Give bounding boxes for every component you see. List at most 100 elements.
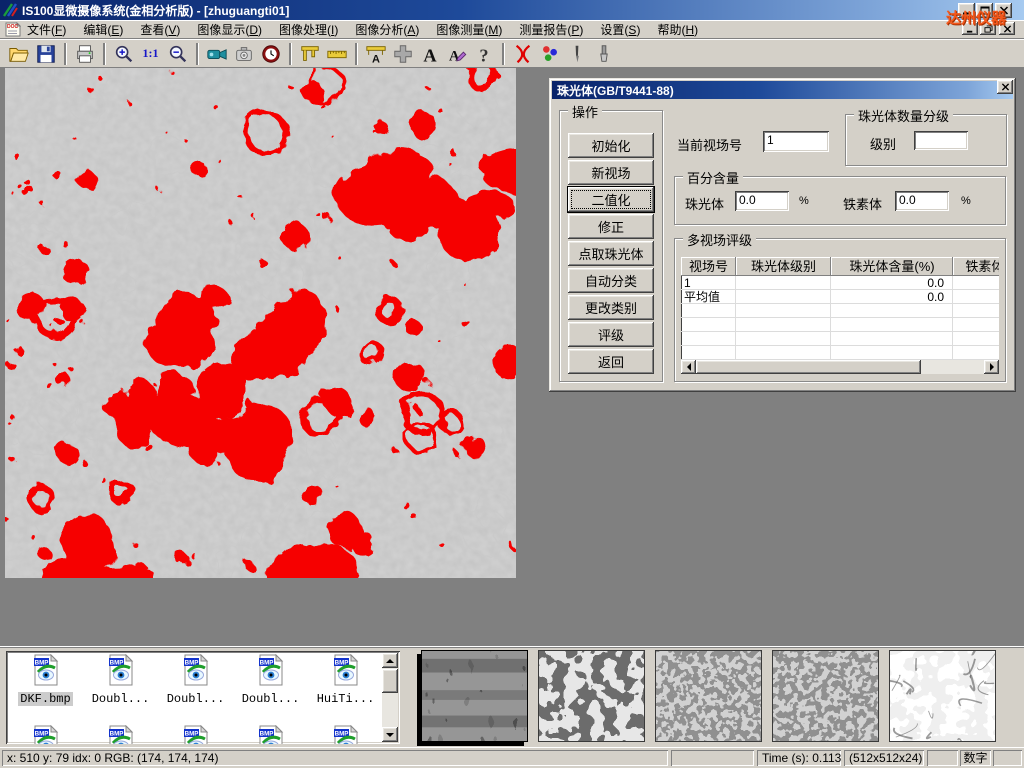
multiview-table[interactable]: 视场号珠光体级别珠光体含量(%)铁素体含量(%) 10.0平均值0.0	[681, 257, 999, 374]
minimize-button[interactable]	[958, 3, 975, 18]
close-button[interactable]	[995, 3, 1012, 18]
child-close-button[interactable]	[999, 22, 1015, 35]
help-icon[interactable]: ?	[471, 42, 496, 66]
op-button-4[interactable]: 修正	[568, 214, 654, 239]
table-header-row: 视场号珠光体级别珠光体含量(%)铁素体含量(%)	[681, 257, 999, 276]
scroll-right-button[interactable]	[984, 360, 999, 374]
menu-P[interactable]: 测量报告(P)	[519, 21, 583, 38]
table-row-4[interactable]	[681, 318, 999, 332]
image-thumbnail-2[interactable]	[538, 650, 645, 742]
image-thumbnail-4[interactable]	[772, 650, 879, 742]
table-header-3[interactable]: 珠光体含量(%)	[831, 257, 953, 276]
menu-H[interactable]: 帮助(H)	[657, 21, 698, 38]
zoom-in-icon[interactable]	[111, 42, 136, 66]
table-header-2[interactable]: 珠光体级别	[736, 257, 831, 276]
scroll-up-button[interactable]	[382, 653, 398, 668]
op-button-6[interactable]: 自动分类	[568, 268, 654, 293]
zoom-out-icon[interactable]	[165, 42, 190, 66]
actual-size-icon[interactable]: 1:1	[138, 42, 163, 66]
table-row-1[interactable]: 10.0	[681, 276, 999, 290]
dialog-close-button[interactable]	[997, 80, 1013, 94]
grade-input[interactable]	[914, 131, 968, 150]
table-cell	[831, 346, 953, 360]
image-thumbnail-3[interactable]	[655, 650, 762, 742]
child-restore-button[interactable]	[980, 22, 996, 35]
bottom-panel: BMPDKF.bmpBMPDoubl...BMPDoubl...BMPDoubl…	[0, 646, 1024, 747]
bmp-file-icon: BMP	[333, 654, 359, 691]
op-button-9[interactable]: 返回	[568, 349, 654, 374]
video-camera-icon[interactable]	[204, 42, 229, 66]
file-item-row2-2[interactable]: BMP	[83, 725, 158, 744]
document-icon: DOC	[5, 22, 21, 37]
menu-I[interactable]: 图像处理(I)	[279, 21, 338, 38]
child-minimize-button[interactable]	[962, 22, 978, 35]
maximize-button[interactable]	[976, 3, 993, 18]
current-field-input[interactable]: 1	[763, 131, 829, 152]
scroll-left-button[interactable]	[681, 360, 696, 374]
grid-icon[interactable]	[390, 42, 415, 66]
file-name: Doubl...	[165, 692, 227, 706]
file-item-4[interactable]: BMPDoubl...	[233, 654, 308, 706]
menu-S[interactable]: 设置(S)	[600, 21, 640, 38]
annotate-icon[interactable]: A	[444, 42, 469, 66]
image-thumbnail-1[interactable]	[421, 650, 528, 742]
table-row-2[interactable]: 平均值0.0	[681, 290, 999, 304]
table-cell	[953, 332, 999, 346]
menu-V[interactable]: 查看(V)	[140, 21, 180, 38]
table-cell	[736, 332, 831, 346]
pen-icon[interactable]	[564, 42, 589, 66]
open-icon[interactable]	[6, 42, 31, 66]
menu-M[interactable]: 图像测量(M)	[436, 21, 502, 38]
menu-E[interactable]: 编辑(E)	[83, 21, 123, 38]
bmp-file-icon: BMP	[183, 725, 209, 744]
menu-F[interactable]: 文件(F)	[27, 21, 66, 38]
table-row-5[interactable]	[681, 332, 999, 346]
camera-icon[interactable]	[231, 42, 256, 66]
dialog-title-bar[interactable]: 珠光体(GB/T9441-88)	[552, 81, 1013, 99]
file-item-row2-3[interactable]: BMP	[158, 725, 233, 744]
metallograph-image[interactable]	[5, 68, 516, 578]
menu-D[interactable]: 图像显示(D)	[197, 21, 262, 38]
op-button-5[interactable]: 点取珠光体	[568, 241, 654, 266]
table-row-6[interactable]	[681, 346, 999, 360]
file-item-2[interactable]: BMPDoubl...	[83, 654, 158, 706]
table-header-4[interactable]: 铁素体含量(%)	[953, 257, 999, 276]
file-item-row2-5[interactable]: BMP	[308, 725, 383, 744]
scroll-thumb[interactable]	[696, 360, 921, 374]
status-empty-2	[927, 750, 958, 766]
file-row-2: BMPBMPBMPBMPBMP	[8, 725, 383, 744]
scroll-thumb-vertical[interactable]	[382, 669, 398, 693]
table-row-3[interactable]	[681, 304, 999, 318]
menu-A[interactable]: 图像分析(A)	[355, 21, 419, 38]
caliper-icon[interactable]	[297, 42, 322, 66]
file-browser[interactable]: BMPDKF.bmpBMPDoubl...BMPDoubl...BMPDoubl…	[6, 651, 400, 744]
image-thumbnail-5[interactable]	[889, 650, 996, 742]
op-button-8[interactable]: 评级	[568, 322, 654, 347]
clock-icon[interactable]	[258, 42, 283, 66]
table-cell	[736, 346, 831, 360]
print-icon[interactable]	[72, 42, 97, 66]
brush-icon[interactable]	[591, 42, 616, 66]
table-horizontal-scrollbar[interactable]	[681, 360, 999, 374]
text-icon[interactable]: A	[417, 42, 442, 66]
table-header-1[interactable]: 视场号	[681, 257, 736, 276]
save-icon[interactable]	[33, 42, 58, 66]
pearlite-percent-input[interactable]: 0.0	[735, 191, 789, 211]
file-item-row2-4[interactable]: BMP	[233, 725, 308, 744]
file-item-1[interactable]: BMPDKF.bmp	[8, 654, 83, 706]
curve-red-icon[interactable]	[510, 42, 535, 66]
op-button-7[interactable]: 更改类别	[568, 295, 654, 320]
ruler-icon[interactable]	[324, 42, 349, 66]
op-button-1[interactable]: 初始化	[568, 133, 654, 158]
count-balls-icon[interactable]	[537, 42, 562, 66]
measure-text-icon[interactable]: A	[363, 42, 388, 66]
file-item-3[interactable]: BMPDoubl...	[158, 654, 233, 706]
op-button-3[interactable]: 二值化	[568, 187, 654, 212]
file-item-5[interactable]: BMPHuiTi...	[308, 654, 383, 706]
ferrite-percent-input[interactable]: 0.0	[895, 191, 949, 211]
menu-items: 文件(F) 编辑(E) 查看(V) 图像显示(D) 图像处理(I) 图像分析(A) 图像测量…	[27, 21, 715, 38]
file-item-row2-1[interactable]: BMP	[8, 725, 83, 744]
scroll-down-button[interactable]	[382, 727, 398, 742]
op-button-2[interactable]: 新视场	[568, 160, 654, 185]
file-list-scrollbar[interactable]	[382, 653, 398, 742]
